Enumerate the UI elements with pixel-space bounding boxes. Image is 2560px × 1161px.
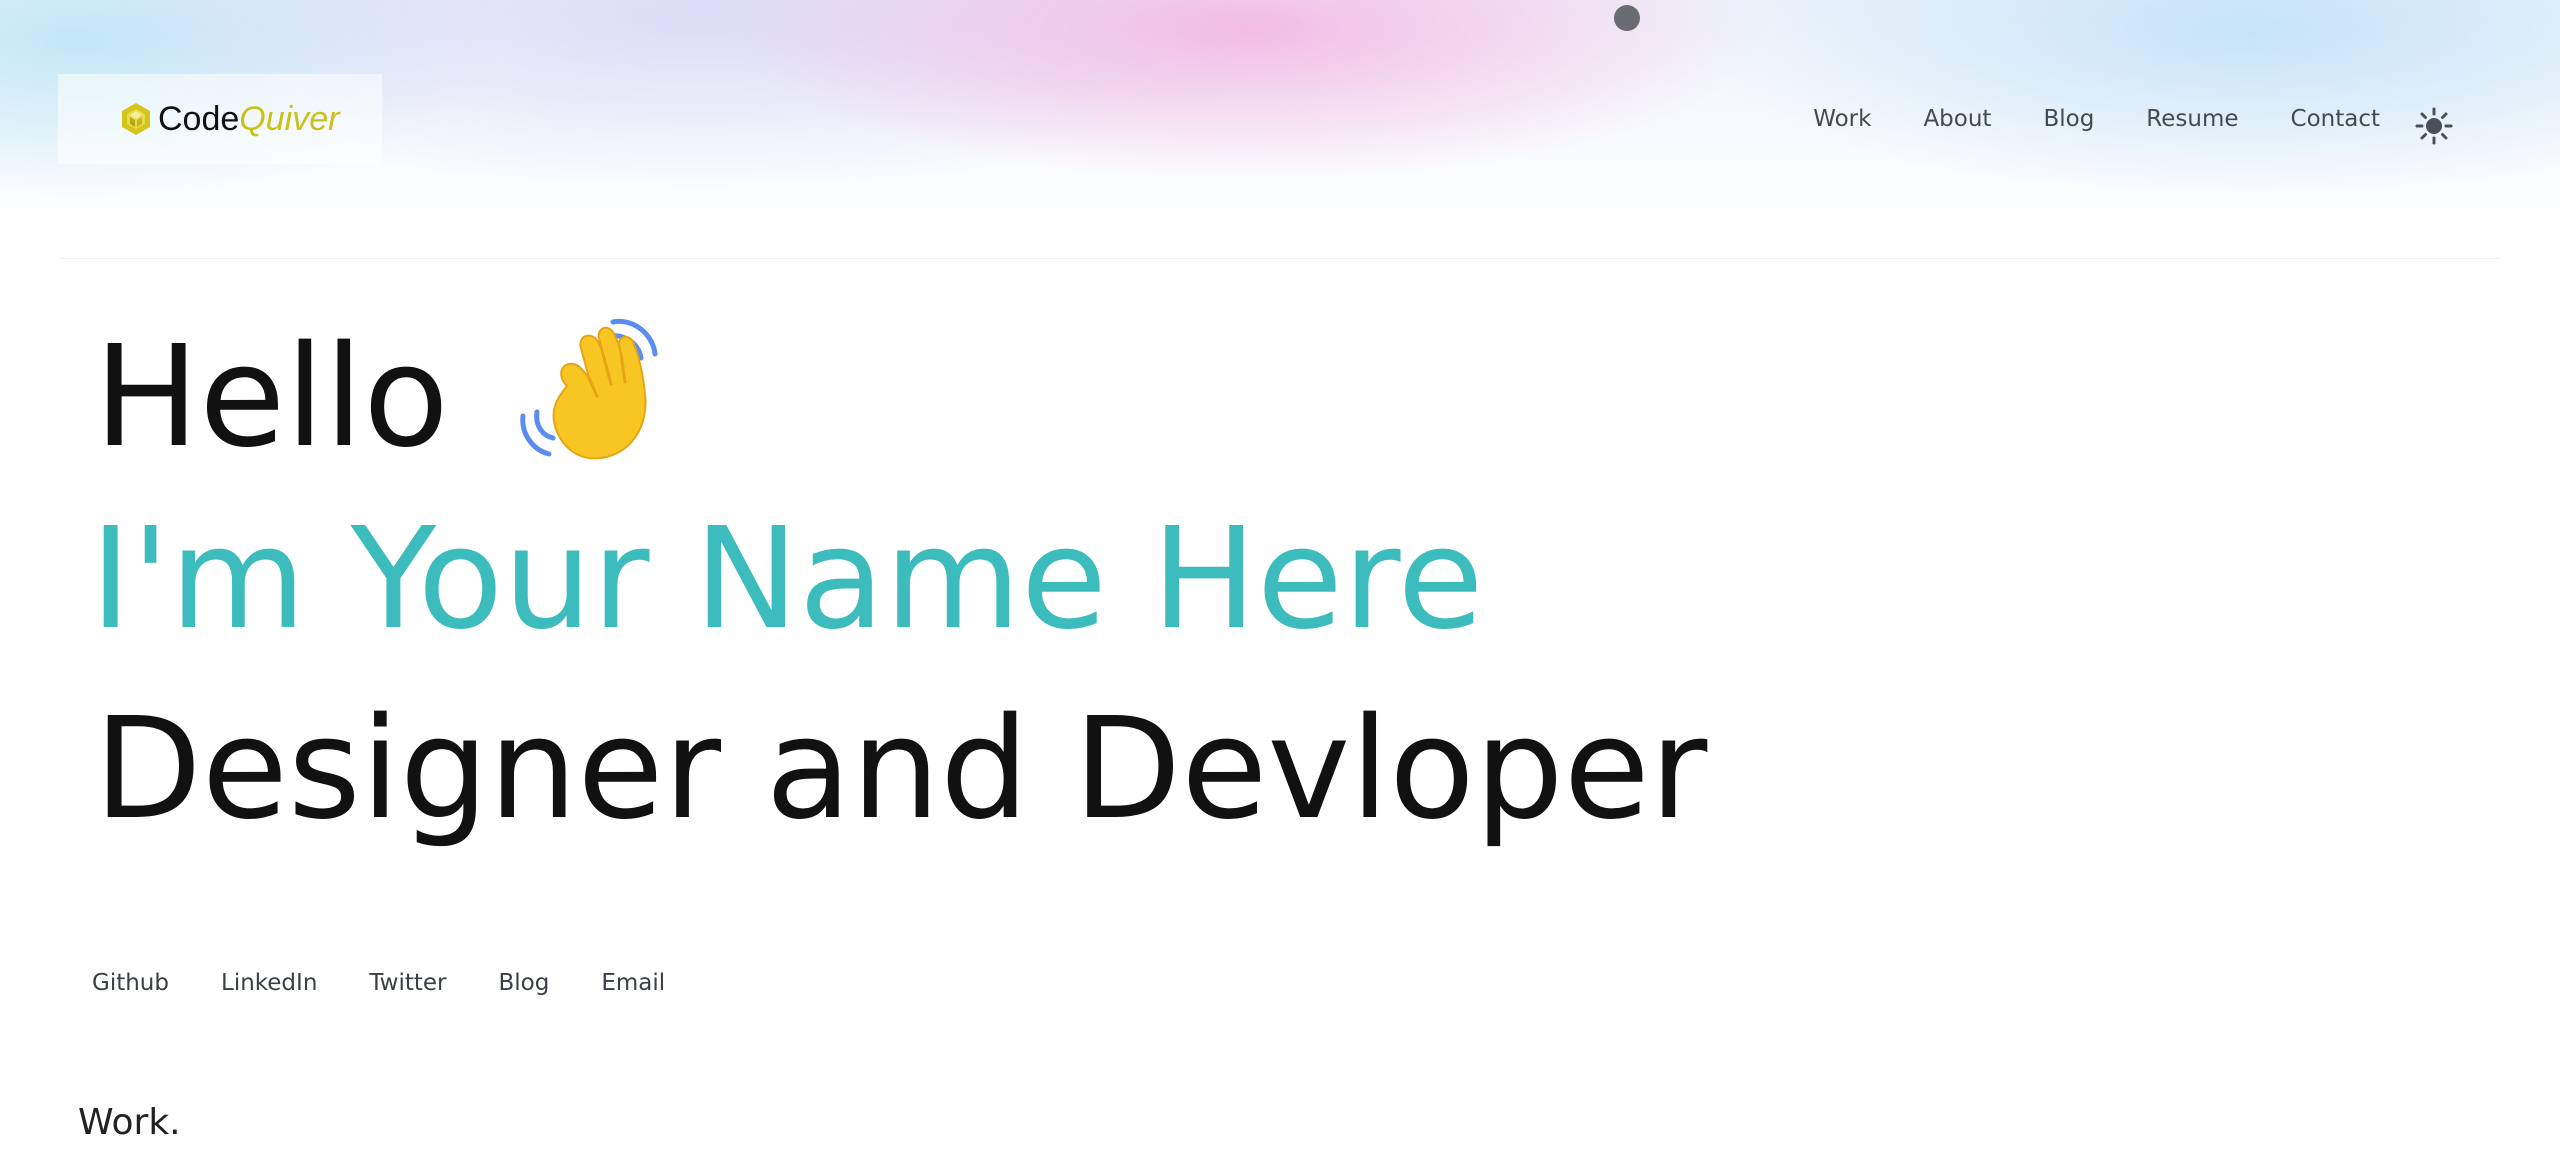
- social-link-email[interactable]: Email: [601, 970, 665, 996]
- hexagon-logo-icon: [122, 103, 150, 135]
- site-logo-link[interactable]: Code Quiver: [58, 74, 382, 164]
- social-link-blog[interactable]: Blog: [499, 970, 550, 996]
- nav-link-resume[interactable]: Resume: [2146, 106, 2238, 132]
- portfolio-page: Code Quiver Work About Blog Resume Contac…: [0, 0, 2560, 1161]
- sun-icon[interactable]: [2414, 106, 2454, 146]
- hero-greeting: Hello: [94, 316, 449, 479]
- work-section-title: Work.: [78, 1102, 181, 1143]
- nav-link-contact[interactable]: Contact: [2291, 106, 2380, 132]
- social-links: Github LinkedIn Twitter Blog Email: [92, 970, 665, 996]
- nav-link-blog[interactable]: Blog: [2043, 106, 2094, 132]
- hero-name: I'm Your Name Here: [90, 498, 1484, 661]
- logo-text-accent: Quiver: [239, 99, 340, 138]
- waving-hand-icon: [520, 318, 658, 460]
- header-divider: [60, 258, 2500, 259]
- nav-link-work[interactable]: Work: [1813, 106, 1871, 132]
- cursor-dot: [1614, 5, 1640, 31]
- social-link-linkedin[interactable]: LinkedIn: [221, 970, 317, 996]
- social-link-twitter[interactable]: Twitter: [369, 970, 446, 996]
- nav-link-about[interactable]: About: [1923, 106, 1991, 132]
- social-link-github[interactable]: Github: [92, 970, 169, 996]
- hero-role: Designer and Devloper: [94, 688, 1708, 851]
- main-navigation: Work About Blog Resume Contact: [1813, 106, 2380, 132]
- hero-greeting-row: Hello: [94, 318, 685, 478]
- logo-text-main: Code: [158, 99, 240, 138]
